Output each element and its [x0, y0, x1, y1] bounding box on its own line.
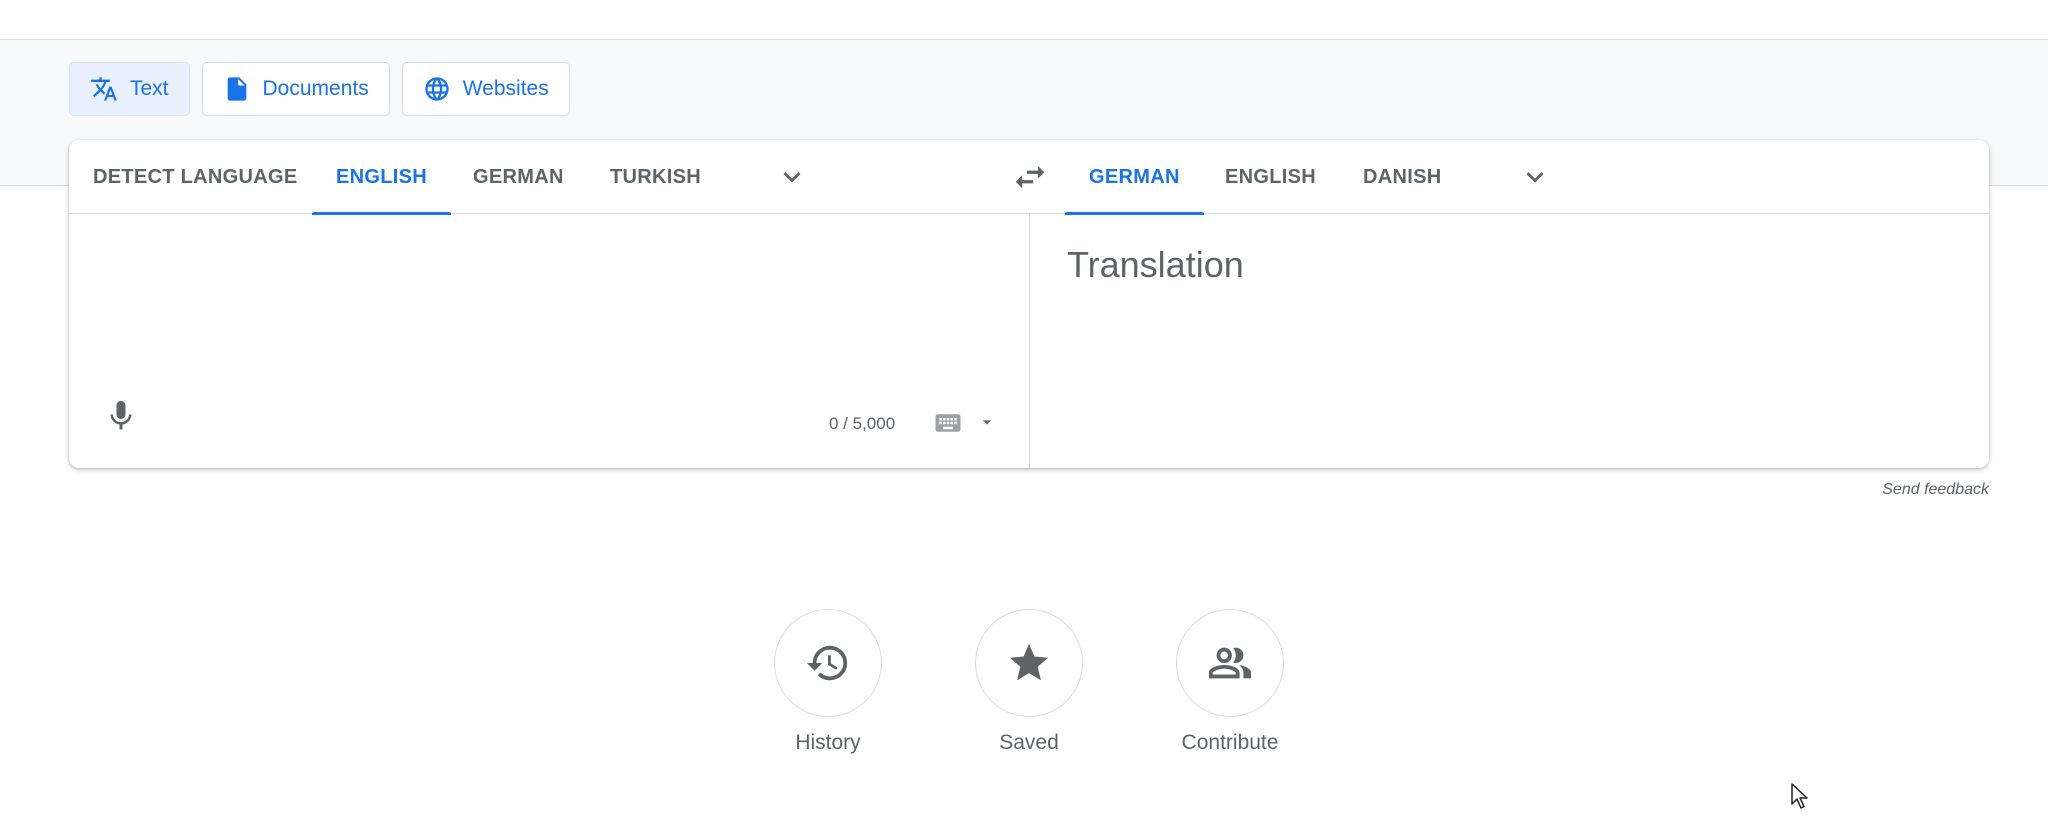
contribute-label: Contribute	[1181, 731, 1279, 754]
lang-tab-label: GERMAN	[473, 165, 564, 188]
caret-down-icon	[982, 420, 992, 425]
lang-tab-label: ENGLISH	[336, 165, 427, 188]
keyboard-icon	[935, 414, 961, 432]
lang-tab-label: ENGLISH	[1225, 165, 1316, 188]
swap-icon	[1015, 165, 1045, 189]
source-lang-english[interactable]: ENGLISH	[312, 140, 451, 215]
character-count: 0 / 5,000	[829, 414, 896, 433]
swap-languages-button[interactable]	[1011, 158, 1049, 196]
history-icon	[806, 645, 848, 681]
people-icon	[1208, 647, 1252, 679]
saved-label: Saved	[999, 731, 1059, 754]
target-lang-german[interactable]: GERMAN	[1065, 140, 1204, 215]
star-icon	[1009, 643, 1049, 681]
saved-button[interactable]	[975, 609, 1083, 717]
mode-tab-label: Text	[130, 77, 169, 100]
history-button[interactable]	[774, 609, 882, 717]
mode-tab-label: Websites	[462, 77, 549, 100]
history-label: History	[795, 731, 861, 754]
chevron-down-icon	[1526, 172, 1544, 183]
input-tools-dropdown[interactable]	[977, 412, 997, 432]
history-shortcut: History	[773, 609, 883, 755]
chevron-down-icon	[783, 172, 801, 183]
contribute-shortcut: Contribute	[1175, 609, 1285, 755]
mode-tab-text[interactable]: Text	[69, 62, 190, 116]
translator-card: DETECT LANGUAGE ENGLISH GERMAN TURKISH G…	[69, 140, 1989, 468]
microphone-icon	[110, 401, 132, 430]
lang-tab-label: DANISH	[1363, 165, 1442, 188]
translate-icon	[91, 77, 117, 101]
mode-tabs: Text Documents Websites	[69, 62, 570, 116]
source-lang-german[interactable]: GERMAN	[449, 140, 588, 214]
panel-divider	[1029, 214, 1030, 468]
target-lang-english[interactable]: ENGLISH	[1201, 140, 1340, 214]
document-icon	[227, 77, 246, 101]
send-feedback-link[interactable]: Send feedback	[1882, 481, 1989, 499]
target-lang-more-button[interactable]	[1518, 160, 1552, 194]
lang-tab-label: DETECT LANGUAGE	[93, 165, 298, 188]
voice-input-button[interactable]	[103, 398, 139, 434]
contribute-button[interactable]	[1176, 609, 1284, 717]
lang-tab-label: TURKISH	[610, 165, 701, 188]
mode-tab-documents[interactable]: Documents	[201, 62, 390, 116]
target-lang-danish[interactable]: DANISH	[1339, 140, 1465, 214]
mode-tab-websites[interactable]: Websites	[401, 62, 570, 116]
mouse-cursor-icon	[1791, 783, 1808, 809]
lang-tab-label: GERMAN	[1089, 165, 1180, 188]
source-lang-more-button[interactable]	[775, 160, 809, 194]
mode-tab-label: Documents	[262, 77, 369, 100]
saved-shortcut: Saved	[974, 609, 1084, 755]
language-bar: DETECT LANGUAGE ENGLISH GERMAN TURKISH G…	[69, 140, 1989, 215]
input-tools-button[interactable]	[933, 408, 963, 438]
top-bar	[0, 0, 2048, 40]
globe-icon	[425, 77, 449, 101]
translation-output: Translation	[1067, 244, 1244, 285]
source-lang-turkish[interactable]: TURKISH	[586, 140, 725, 214]
source-lang-detect[interactable]: DETECT LANGUAGE	[69, 140, 322, 214]
